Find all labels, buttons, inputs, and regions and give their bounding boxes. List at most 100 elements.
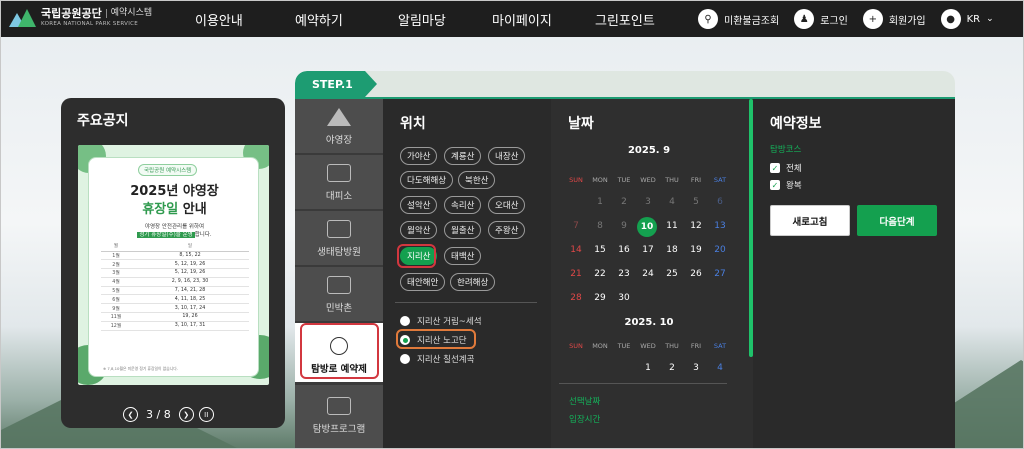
eco-center-icon xyxy=(327,220,351,238)
nav-item-reserve[interactable]: 예약하기 xyxy=(295,10,398,29)
calendar-day[interactable]: 17 xyxy=(637,241,659,259)
closure-table: 월 일 1월 8, 15, 22 2월 5, 12, 19, 26 3월 5, 12, 1… xyxy=(101,242,249,331)
chip-woraksan[interactable]: 월악산 xyxy=(400,221,438,239)
nav-item-notice[interactable]: 알림마당 xyxy=(398,10,492,29)
reservation-info-section: 예약정보 탐방코스 ✓ 전체 ✓ 왕복 새로고침 다음단계 xyxy=(753,99,955,448)
category-shelter[interactable]: 대피소 xyxy=(295,155,383,210)
chip-hallyeo[interactable]: 한려해상 xyxy=(450,273,496,291)
prev-page-button[interactable]: ❮ xyxy=(123,407,138,422)
chip-bukhansan[interactable]: 북한산 xyxy=(458,171,496,189)
calendar-day[interactable]: 27 xyxy=(709,265,731,283)
calendar-day[interactable]: 23 xyxy=(613,265,635,283)
month-label-oct: 2025. 10 xyxy=(624,317,674,328)
notice-pager: ❮ 3 / 8 ❯ II xyxy=(123,407,214,422)
language-selector[interactable]: ● KR ⌄ xyxy=(940,9,994,29)
nav-item-guide[interactable]: 이용안내 xyxy=(195,10,295,29)
table-row: 1월 8, 15, 22 xyxy=(101,251,249,261)
calendar-day[interactable]: 11 xyxy=(661,217,683,235)
weekday-header: FRI xyxy=(690,342,702,350)
weekday-header: TUE xyxy=(617,176,631,184)
calendar-day[interactable]: 22 xyxy=(589,265,611,283)
nav-item-greenpoint[interactable]: 그린포인트 xyxy=(595,10,655,29)
calendar-day: 4 xyxy=(669,197,675,207)
chip-naejangsan[interactable]: 내장산 xyxy=(488,147,526,165)
logo-sub: 예약시스템 xyxy=(110,8,153,19)
nav-item-mypage[interactable]: 마이페이지 xyxy=(492,10,595,29)
row-month: 6월 xyxy=(101,294,131,305)
pause-button[interactable]: II xyxy=(198,407,214,422)
option-roundtrip-checkbox[interactable]: ✓ 왕복 xyxy=(770,179,802,191)
row-month: 3월 xyxy=(101,268,131,278)
calendar-day[interactable]: 4 xyxy=(709,359,731,377)
calendar-day[interactable]: 2 xyxy=(661,359,683,377)
calendar-day[interactable]: 12 xyxy=(685,217,707,235)
calendar-day[interactable]: 21 xyxy=(565,265,587,283)
signup-link[interactable]: + 회원가입 xyxy=(862,9,926,29)
poster-footnote: ※ 7,8,10월은 미운영 정기 휴장일이 없습니다. xyxy=(103,366,178,371)
chip-taebaeksan[interactable]: 태백산 xyxy=(444,247,482,265)
logo-mountain-icon xyxy=(9,7,36,29)
category-program[interactable]: 탐방프로그램 xyxy=(295,385,383,448)
month-label-sep: 2025. 9 xyxy=(627,145,671,156)
unpaid-refund-link[interactable]: ⚲ 미환불금조회 xyxy=(698,9,779,29)
calendar-day[interactable]: 19 xyxy=(685,241,707,259)
calendar-day[interactable]: 20 xyxy=(709,241,731,259)
col-days: 일 xyxy=(131,242,249,252)
calendar-day[interactable]: 28 xyxy=(565,289,587,307)
row-days: 4, 11, 18, 25 xyxy=(131,294,249,305)
calendar-day[interactable]: 1 xyxy=(637,359,659,377)
house-icon xyxy=(327,276,351,294)
calendar-day[interactable]: 10 xyxy=(637,217,657,237)
checkmark-icon: ✓ xyxy=(770,163,780,173)
calendar-day[interactable]: 15 xyxy=(589,241,611,259)
step-indicator: STEP.1 xyxy=(295,71,377,97)
weekday-header: MON xyxy=(592,176,608,184)
weekday-header: WED xyxy=(640,342,656,350)
top-header: 국립공원공단 예약시스템 KOREA NATIONAL PARK SERVICE… xyxy=(1,1,1023,37)
category-campsite[interactable]: 야영장 xyxy=(295,99,383,154)
site-logo[interactable]: 국립공원공단 예약시스템 KOREA NATIONAL PARK SERVICE xyxy=(9,7,152,29)
chip-gyeryongsan[interactable]: 계룡산 xyxy=(444,147,482,165)
notice-poster[interactable]: 국립공원 예약시스템 2025년 야영장 휴장일 안내 야영장 안전관리를 위하… xyxy=(78,145,269,385)
checkmark-icon: ✓ xyxy=(770,180,780,190)
calendar-day[interactable]: 26 xyxy=(685,265,707,283)
highlight-box-category xyxy=(300,323,379,379)
option-all-checkbox[interactable]: ✓ 전체 xyxy=(770,162,802,174)
calendar-day[interactable]: 25 xyxy=(661,265,683,283)
calendar-day[interactable]: 13 xyxy=(709,217,731,235)
calendar-day[interactable]: 3 xyxy=(685,359,707,377)
chip-juwangsan[interactable]: 주왕산 xyxy=(488,221,526,239)
category-lodge[interactable]: 민박촌 xyxy=(295,267,383,322)
next-page-button[interactable]: ❯ xyxy=(178,407,194,422)
poster-tag: 국립공원 예약시스템 xyxy=(138,164,198,176)
calendar-day[interactable]: 30 xyxy=(613,289,635,307)
chip-gayasan[interactable]: 가야산 xyxy=(400,147,438,165)
calendar-day[interactable]: 29 xyxy=(589,289,611,307)
reset-button[interactable]: 새로고침 xyxy=(770,205,850,236)
category-eco-center[interactable]: 생태탐방원 xyxy=(295,211,383,266)
weekday-header: SAT xyxy=(713,342,727,350)
chip-songnisan[interactable]: 속리산 xyxy=(444,196,482,214)
chip-seoraksan[interactable]: 설악산 xyxy=(400,196,438,214)
signup-label: 회원가입 xyxy=(888,15,926,27)
calendar-day[interactable]: 18 xyxy=(661,241,683,259)
calendar-day: 7 xyxy=(573,221,579,231)
table-row: 12월 3, 10, 17, 31 xyxy=(101,321,249,331)
calendar-day[interactable]: 14 xyxy=(565,241,587,259)
next-step-button[interactable]: 다음단계 xyxy=(857,205,937,236)
course-label: 탐방코스 xyxy=(770,145,802,155)
calendar-day: 3 xyxy=(645,197,651,207)
chip-odaesan[interactable]: 오대산 xyxy=(488,196,526,214)
calendar-day[interactable]: 16 xyxy=(613,241,635,259)
chip-taean[interactable]: 태안해안 xyxy=(400,273,446,291)
row-days: 2, 9, 16, 23, 30 xyxy=(131,277,249,287)
shelter-icon xyxy=(327,164,351,182)
chip-wolchulsan[interactable]: 월출산 xyxy=(444,221,482,239)
login-link[interactable]: ♟ 로그인 xyxy=(794,9,848,29)
poster-subtext-2: 정기 휴장일(수)을 운영 합니다. xyxy=(137,232,212,238)
login-user-icon: ♟ xyxy=(794,9,815,29)
course-option-georim[interactable]: 지리산 거림~세석 xyxy=(400,315,482,327)
course-option-chilseon[interactable]: 지리산 칠선계곡 xyxy=(400,353,474,365)
calendar-day[interactable]: 24 xyxy=(637,265,659,283)
chip-dadohae[interactable]: 다도해해상 xyxy=(400,171,454,189)
